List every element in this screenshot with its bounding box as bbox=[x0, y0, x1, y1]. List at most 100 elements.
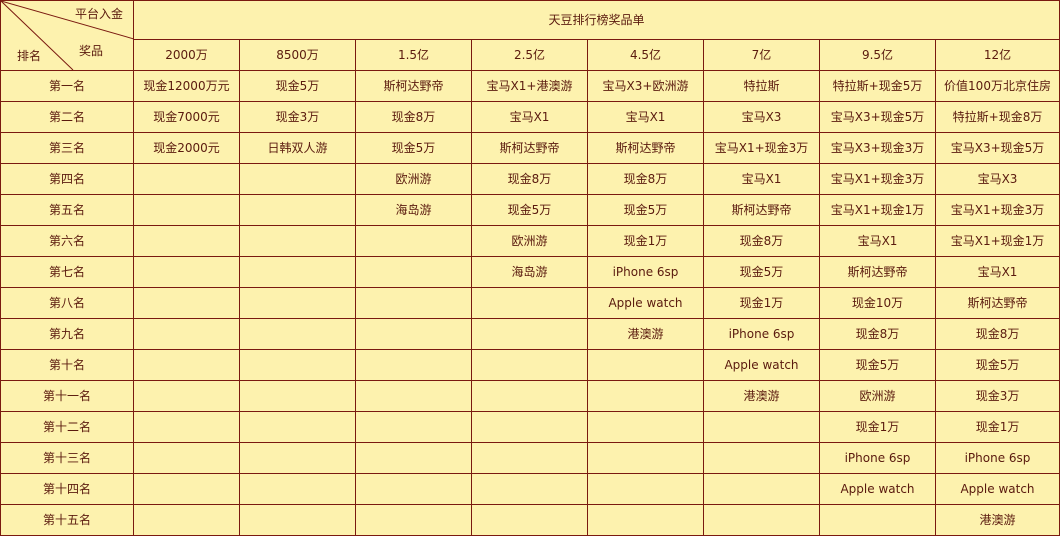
prize-cell: 现金8万 bbox=[703, 225, 820, 257]
prize-cell bbox=[471, 442, 588, 474]
prize-cell: 港澳游 bbox=[703, 380, 820, 412]
prize-cell bbox=[587, 349, 704, 381]
prize-cell bbox=[239, 442, 356, 474]
rank-cell: 第十一名 bbox=[0, 380, 134, 412]
table-row: 第七名 海岛游 iPhone 6sp 现金5万 斯柯达野帝 宝马X1 bbox=[0, 256, 1060, 288]
rank-label: 排名 bbox=[17, 49, 42, 63]
prize-cell bbox=[471, 318, 588, 350]
prize-cell: Apple watch bbox=[934, 473, 1060, 505]
prize-cell: 现金2000元 bbox=[133, 132, 240, 164]
prize-cell bbox=[133, 225, 240, 257]
title-row: 平台入金 奖品 排名 天豆排行榜奖品单 bbox=[0, 0, 1060, 71]
prize-cell bbox=[239, 380, 356, 412]
table-row: 第八名 Apple watch 现金1万 现金10万 斯柯达野帝 bbox=[0, 287, 1060, 319]
prize-cell: 现金5万 bbox=[703, 256, 820, 288]
prize-cell: 特拉斯 bbox=[703, 70, 820, 102]
prize-cell: 现金8万 bbox=[471, 163, 588, 195]
deposit-amount-header: 4.5亿 bbox=[587, 38, 704, 72]
prize-cell bbox=[239, 349, 356, 381]
prize-cell bbox=[133, 163, 240, 195]
prize-cell: 现金10万 bbox=[819, 287, 936, 319]
prize-cell bbox=[587, 380, 704, 412]
prize-cell bbox=[239, 504, 356, 536]
prize-cell: 宝马X1 bbox=[471, 101, 588, 133]
prize-table-body: 平台入金 奖品 排名 天豆排行榜奖品单 2000万 8500万 1.5亿 2.5亿 4.… bbox=[0, 0, 1060, 536]
prize-cell bbox=[355, 442, 472, 474]
prize-cell: 斯柯达野帝 bbox=[587, 132, 704, 164]
prize-cell bbox=[239, 225, 356, 257]
prize-cell: 宝马X1 bbox=[819, 225, 936, 257]
prize-cell: Apple watch bbox=[819, 473, 936, 505]
prize-cell: 现金1万 bbox=[703, 287, 820, 319]
page-title: 天豆排行榜奖品单 bbox=[132, 0, 1060, 40]
rank-cell: 第三名 bbox=[0, 132, 134, 164]
prize-cell bbox=[355, 256, 472, 288]
prize-cell bbox=[133, 411, 240, 443]
deposit-amount-header: 12亿 bbox=[934, 38, 1060, 72]
table-row: 第一名 现金12000万元 现金5万 斯柯达野帝 宝马X1+港澳游 宝马X3+欧洲游 特拉斯… bbox=[0, 70, 1060, 102]
prize-cell bbox=[471, 504, 588, 536]
prize-cell: 现金5万 bbox=[355, 132, 472, 164]
prize-cell bbox=[239, 318, 356, 350]
prize-cell bbox=[133, 256, 240, 288]
table-row: 第六名 欧洲游 现金1万 现金8万 宝马X1 宝马X1+现金1万 bbox=[0, 225, 1060, 257]
prize-cell: 现金8万 bbox=[934, 318, 1060, 350]
prize-cell: 欧洲游 bbox=[471, 225, 588, 257]
prize-cell: 现金8万 bbox=[355, 101, 472, 133]
prize-cell: 现金5万 bbox=[239, 70, 356, 102]
prize-cell: 宝马X1+现金3万 bbox=[934, 194, 1060, 226]
prize-cell bbox=[133, 318, 240, 350]
prize-cell: 宝马X1+现金1万 bbox=[934, 225, 1060, 257]
prize-cell: 特拉斯+现金5万 bbox=[819, 70, 936, 102]
prize-cell: 现金7000元 bbox=[133, 101, 240, 133]
rank-cell: 第二名 bbox=[0, 101, 134, 133]
prize-table: 平台入金 奖品 排名 天豆排行榜奖品单 2000万 8500万 1.5亿 2.5亿 4.… bbox=[0, 0, 1060, 536]
prize-cell bbox=[471, 380, 588, 412]
prize-cell: 价值100万北京住房 bbox=[934, 70, 1060, 102]
prize-cell: 宝马X3 bbox=[934, 163, 1060, 195]
platform-deposit-label: 平台入金 bbox=[74, 7, 123, 21]
prize-cell bbox=[355, 504, 472, 536]
prize-cell bbox=[239, 163, 356, 195]
rank-cell: 第十五名 bbox=[0, 504, 134, 536]
deposit-amount-header: 7亿 bbox=[703, 38, 820, 72]
prize-cell bbox=[355, 225, 472, 257]
table-row: 第三名 现金2000元 日韩双人游 现金5万 斯柯达野帝 斯柯达野帝 宝马X1+现金3万 宝马… bbox=[0, 132, 1060, 164]
prize-cell bbox=[587, 442, 704, 474]
prize-cell: 现金1万 bbox=[587, 225, 704, 257]
prize-cell bbox=[587, 473, 704, 505]
prize-cell: 宝马X3+现金5万 bbox=[934, 132, 1060, 164]
rank-cell: 第五名 bbox=[0, 194, 134, 226]
prize-cell bbox=[133, 349, 240, 381]
prize-cell: 现金3万 bbox=[239, 101, 356, 133]
prize-cell: 斯柯达野帝 bbox=[703, 194, 820, 226]
prize-cell: 现金1万 bbox=[934, 411, 1060, 443]
prize-cell: iPhone 6sp bbox=[819, 442, 936, 474]
prize-cell bbox=[355, 318, 472, 350]
rank-cell: 第八名 bbox=[0, 287, 134, 319]
prize-cell: 港澳游 bbox=[587, 318, 704, 350]
prize-cell: 斯柯达野帝 bbox=[819, 256, 936, 288]
prize-cell: 现金8万 bbox=[587, 163, 704, 195]
prize-cell bbox=[703, 442, 820, 474]
table-row: 第十四名 Apple watch Apple watch bbox=[0, 473, 1060, 505]
prize-cell bbox=[355, 380, 472, 412]
prize-cell: 欧洲游 bbox=[819, 380, 936, 412]
prize-cell: 宝马X1 bbox=[934, 256, 1060, 288]
prize-cell: 特拉斯+现金8万 bbox=[934, 101, 1060, 133]
prize-cell: Apple watch bbox=[703, 349, 820, 381]
prize-label: 奖品 bbox=[79, 44, 104, 58]
prize-cell: 港澳游 bbox=[934, 504, 1060, 536]
prize-cell bbox=[471, 473, 588, 505]
prize-cell: 现金5万 bbox=[587, 194, 704, 226]
rank-cell: 第九名 bbox=[0, 318, 134, 350]
prize-cell bbox=[133, 287, 240, 319]
prize-cell: iPhone 6sp bbox=[934, 442, 1060, 474]
rank-cell: 第四名 bbox=[0, 163, 134, 195]
deposit-amount-header: 2000万 bbox=[133, 38, 240, 72]
rank-cell: 第七名 bbox=[0, 256, 134, 288]
table-row: 第二名 现金7000元 现金3万 现金8万 宝马X1 宝马X1 宝马X3 宝马X3+现金5万特… bbox=[0, 101, 1060, 133]
prize-cell: 宝马X3+欧洲游 bbox=[587, 70, 704, 102]
corner-header-cell: 平台入金 奖品 排名 bbox=[0, 0, 134, 71]
prize-cell bbox=[471, 349, 588, 381]
